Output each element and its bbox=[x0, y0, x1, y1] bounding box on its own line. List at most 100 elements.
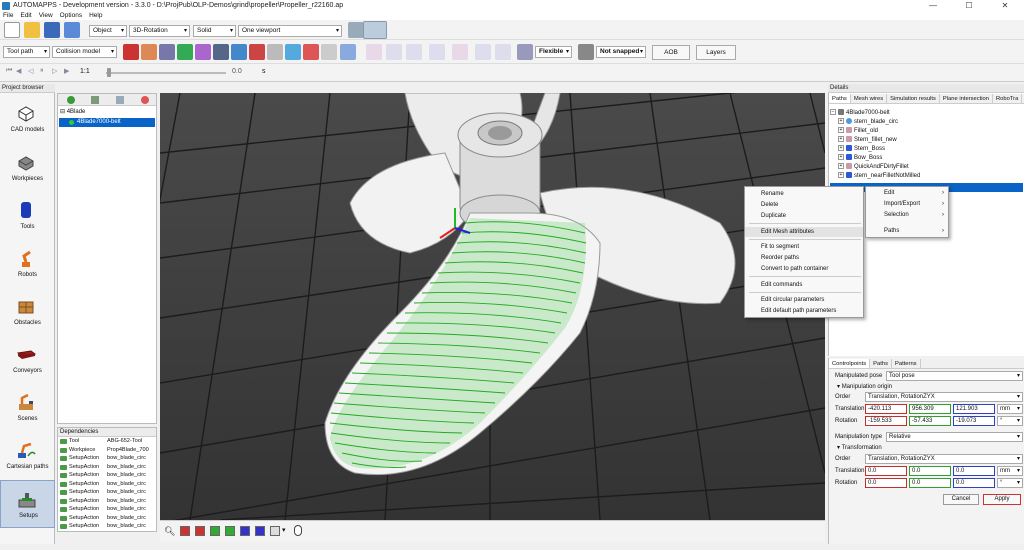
sidebar-item-cad-models[interactable]: CAD models bbox=[0, 95, 55, 143]
t-translation-z-input[interactable]: 0.0 bbox=[953, 466, 995, 476]
menu-edit[interactable]: Edit bbox=[20, 12, 31, 19]
dependency-row[interactable]: SetupAction bow_blade_circ bbox=[58, 454, 156, 463]
view-right-icon[interactable] bbox=[225, 526, 235, 536]
curve-icon[interactable] bbox=[386, 44, 402, 60]
zoom-icon[interactable]: 🔍︎ bbox=[164, 526, 175, 537]
menu-item-delete[interactable]: Delete bbox=[745, 200, 863, 210]
save-all-icon[interactable] bbox=[64, 22, 80, 38]
close-button[interactable]: ✕ bbox=[990, 0, 1020, 11]
sidebar-item-conveyors[interactable]: Conveyors bbox=[0, 336, 55, 384]
new-file-icon[interactable] bbox=[4, 22, 20, 38]
aob-button[interactable]: AOB bbox=[652, 45, 690, 60]
submenu-item-import-export[interactable]: Import/Export › bbox=[866, 199, 948, 210]
link-icon[interactable] bbox=[495, 44, 511, 60]
tab-paths[interactable]: Paths bbox=[829, 94, 851, 103]
rewind-icon[interactable]: ⏮ bbox=[6, 67, 12, 75]
menu-help[interactable]: Help bbox=[89, 12, 102, 19]
details-tree-root[interactable]: −4Blade7000-belt bbox=[830, 109, 890, 118]
menu-item-edit-default-path-parameters[interactable]: Edit default path parameters bbox=[745, 306, 863, 316]
points-icon[interactable] bbox=[285, 44, 301, 60]
snap-icon[interactable] bbox=[578, 44, 594, 60]
mouse-icon[interactable] bbox=[294, 525, 302, 536]
dependency-row[interactable]: SetupAction bow_blade_circ bbox=[58, 522, 156, 531]
transformation-section-header[interactable]: ▾ Transformation bbox=[837, 444, 882, 453]
tab-patterns[interactable]: Patterns bbox=[892, 359, 921, 368]
translation-z-input[interactable]: 121.903 bbox=[953, 404, 995, 414]
submenu-item-edit[interactable]: Edit › bbox=[866, 188, 948, 199]
view-back-icon[interactable] bbox=[195, 526, 205, 536]
tab-robotra[interactable]: RoboTra bbox=[993, 94, 1023, 103]
menu-item-duplicate[interactable]: Duplicate bbox=[745, 211, 863, 221]
dependency-row[interactable]: SetupAction bow_blade_circ bbox=[58, 488, 156, 497]
manipulated-pose-select[interactable]: Tool pose ▾ bbox=[886, 371, 1023, 381]
dependency-row[interactable]: SetupAction bow_blade_circ bbox=[58, 497, 156, 506]
tool-icon[interactable] bbox=[141, 44, 157, 60]
details-tree-item[interactable]: + stern_blade_circ bbox=[838, 118, 898, 127]
workpiece-icon[interactable] bbox=[159, 44, 175, 60]
dependency-row[interactable]: SetupAction bow_blade_circ bbox=[58, 514, 156, 523]
wave-icon[interactable] bbox=[429, 44, 445, 60]
details-tree-item[interactable]: + Stern_fillet_new bbox=[838, 136, 897, 145]
play-back-icon[interactable]: ◁ bbox=[28, 67, 33, 75]
layout-icon[interactable] bbox=[363, 21, 387, 39]
cancel-button[interactable]: Cancel bbox=[943, 494, 979, 505]
cut-path-icon[interactable] bbox=[366, 44, 382, 60]
snap-select[interactable]: Not snapped ▾ bbox=[596, 46, 646, 58]
spline-icon[interactable] bbox=[452, 44, 468, 60]
apply-button[interactable]: Apply bbox=[983, 494, 1021, 505]
menu-item-rename[interactable]: Rename bbox=[745, 189, 863, 199]
tool-path-select[interactable]: Tool path ▾ bbox=[3, 46, 50, 58]
sidebar-item-workpieces[interactable]: Workpieces bbox=[0, 144, 55, 192]
import-icon[interactable] bbox=[91, 96, 99, 104]
t-translation-y-input[interactable]: 0.0 bbox=[909, 466, 951, 476]
align-icon[interactable] bbox=[321, 44, 337, 60]
curve2-icon[interactable] bbox=[406, 44, 422, 60]
save-item-icon[interactable] bbox=[116, 96, 124, 104]
order-select[interactable]: Translation, RotationZYX ▾ bbox=[865, 392, 1023, 402]
dependency-row[interactable]: SetupAction bow_blade_circ bbox=[58, 471, 156, 480]
chevron-down-icon[interactable]: ▾ bbox=[282, 526, 286, 534]
translation-y-input[interactable]: 956.309 bbox=[909, 404, 951, 414]
viewport-select[interactable]: One viewport ▾ bbox=[238, 25, 342, 37]
box-icon[interactable] bbox=[213, 44, 229, 60]
translation-unit-select[interactable]: mm ▾ bbox=[997, 404, 1023, 414]
details-tree-item[interactable]: + Fillet_old bbox=[838, 127, 878, 136]
shading-select[interactable]: Solid ▾ bbox=[193, 25, 236, 37]
cylinder-icon[interactable] bbox=[517, 44, 533, 60]
panel-toggle-icon[interactable] bbox=[348, 22, 364, 38]
tree-item-selected[interactable]: 4Blade7000-belt bbox=[59, 118, 155, 127]
rotation-x-input[interactable]: -159.533 bbox=[865, 416, 907, 426]
t-translation-unit-select[interactable]: mm ▾ bbox=[997, 466, 1023, 476]
translation-x-input[interactable]: -420.113 bbox=[865, 404, 907, 414]
3d-viewport[interactable] bbox=[160, 93, 825, 520]
tab-controlpoints[interactable]: Controlpoints bbox=[829, 359, 871, 368]
time-slider-handle[interactable] bbox=[107, 68, 111, 77]
t-translation-x-input[interactable]: 0.0 bbox=[865, 466, 907, 476]
view-iso-icon[interactable] bbox=[270, 526, 280, 536]
pattern-icon[interactable] bbox=[475, 44, 491, 60]
sidebar-item-tools[interactable]: Tools bbox=[0, 192, 55, 240]
step-back-icon[interactable]: ◀ bbox=[16, 67, 21, 75]
view-front-icon[interactable] bbox=[180, 526, 190, 536]
frame-icon[interactable] bbox=[195, 44, 211, 60]
view-left-icon[interactable] bbox=[210, 526, 220, 536]
manip-type-select[interactable]: Relative ▾ bbox=[886, 432, 1023, 442]
t-rotation-x-input[interactable]: 0.0 bbox=[865, 478, 907, 488]
dependency-row[interactable]: SetupAction bow_blade_circ bbox=[58, 480, 156, 489]
sidebar-item-obstacles[interactable]: Obstacles bbox=[0, 288, 55, 336]
menu-item-fit-to-segment[interactable]: Fit to segment bbox=[745, 242, 863, 252]
forward-icon[interactable]: ▶ bbox=[64, 67, 69, 75]
menu-item-edit-mesh-attributes[interactable]: Edit Mesh attributes bbox=[745, 227, 863, 237]
menu-item-edit-commands[interactable]: Edit commands bbox=[745, 280, 863, 290]
rotation-unit-select[interactable]: ° ▾ bbox=[997, 416, 1023, 426]
dots-icon[interactable] bbox=[231, 44, 247, 60]
t-rotation-unit-select[interactable]: ° ▾ bbox=[997, 478, 1023, 488]
delete-icon[interactable] bbox=[141, 96, 149, 104]
minimize-button[interactable]: — bbox=[918, 0, 948, 11]
menu-file[interactable]: File bbox=[3, 12, 13, 19]
collision-model-select[interactable]: Collision model ▾ bbox=[52, 46, 117, 58]
time-slider[interactable] bbox=[106, 72, 226, 74]
dependency-row[interactable]: SetupAction bow_blade_circ bbox=[58, 505, 156, 514]
rotation-y-input[interactable]: -57.433 bbox=[909, 416, 951, 426]
speed-label[interactable]: 1:1 bbox=[80, 68, 90, 75]
